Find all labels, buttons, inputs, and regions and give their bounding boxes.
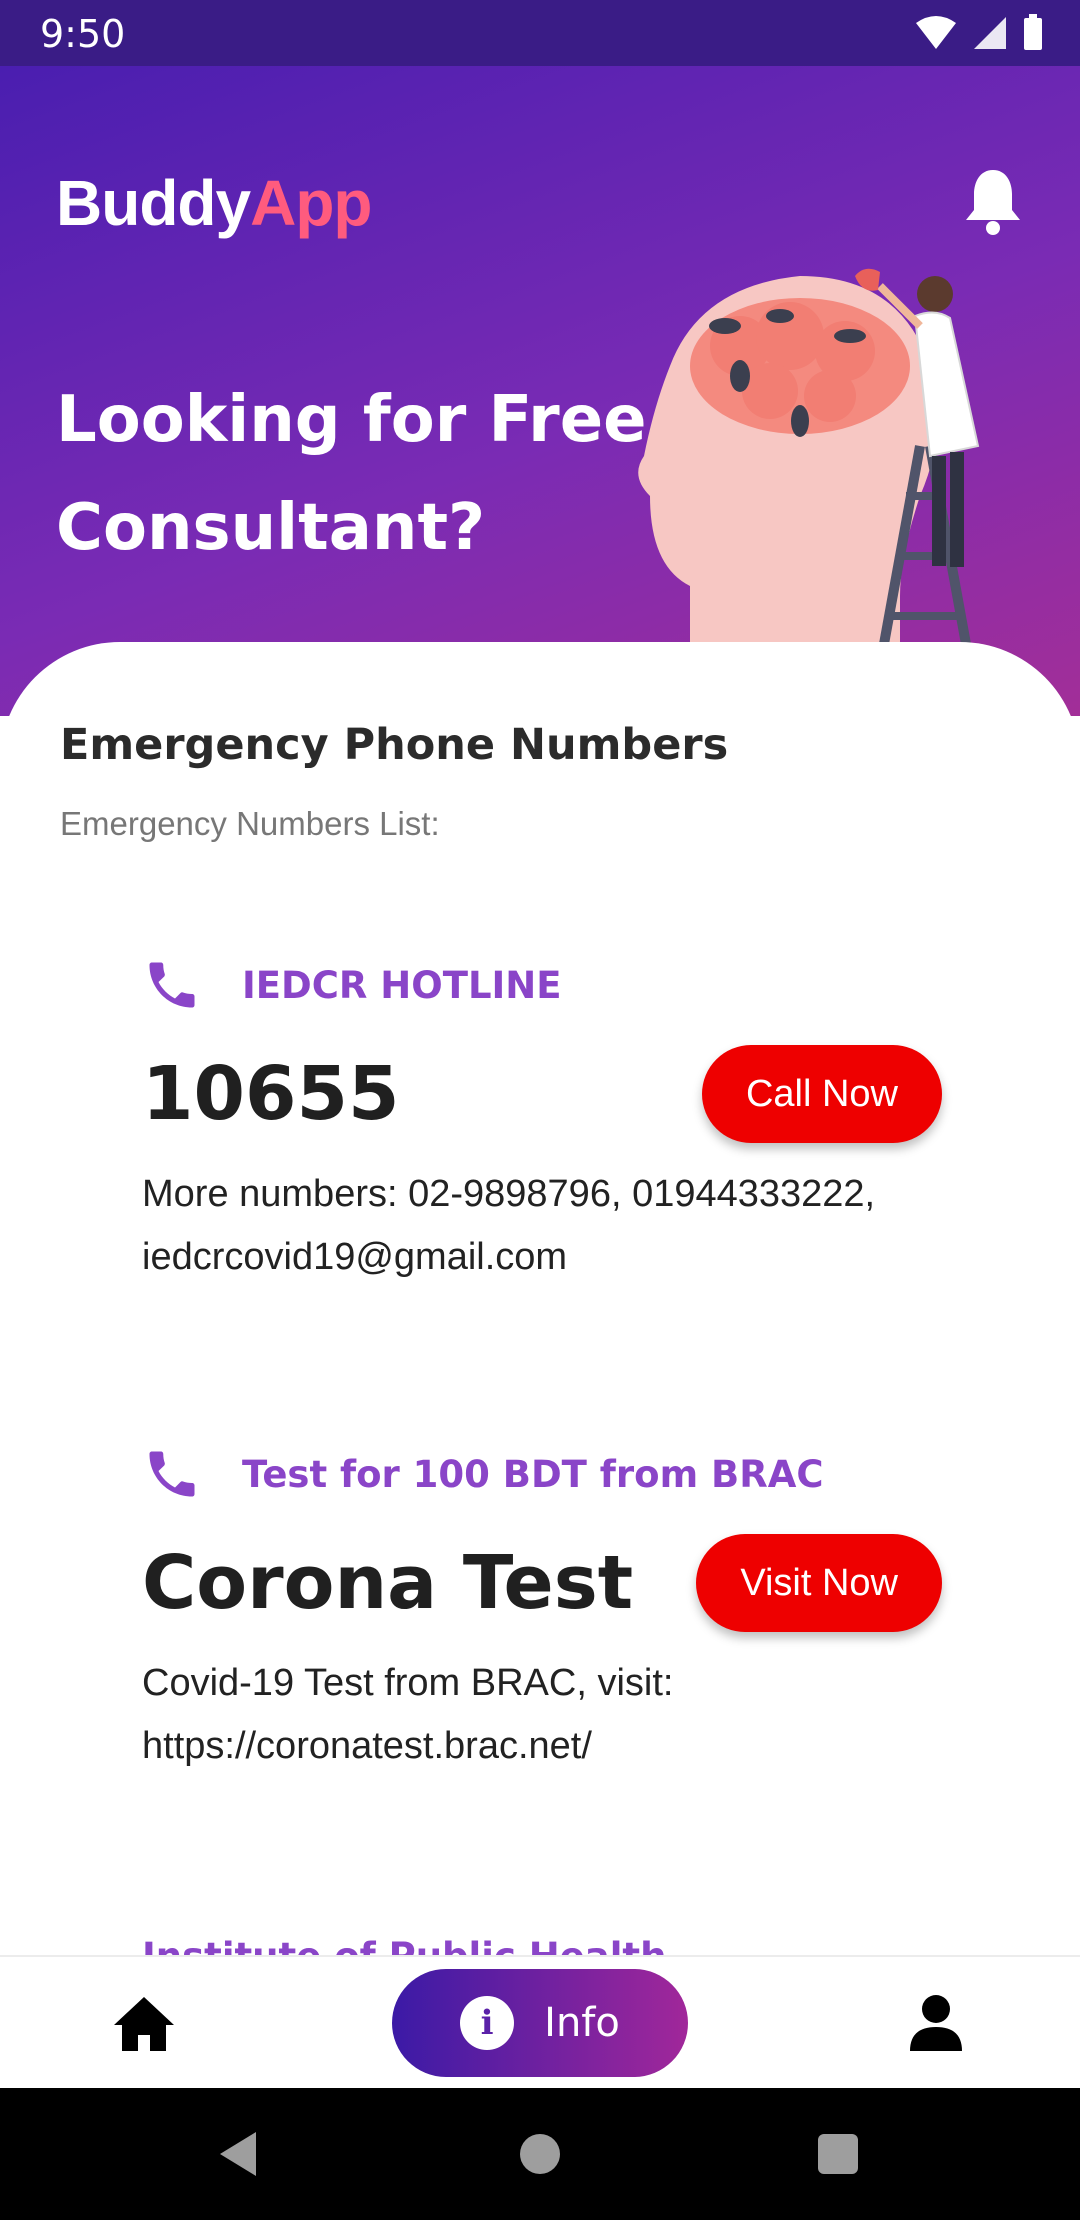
status-time: 9:50 (40, 12, 126, 56)
status-bar: 9:50 (0, 0, 1080, 66)
hotline-number: 10655 (142, 1051, 400, 1137)
bottom-navigation: i Info (0, 1955, 1080, 2090)
emergency-card-iedcr: IEDCR HOTLINE 10655 Call Now More number… (142, 955, 942, 1289)
card-main-title: Corona Test (142, 1540, 634, 1626)
emergency-card-brac: Test for 100 BDT from BRAC Corona Test V… (142, 1444, 942, 1778)
logo-part-buddy: Buddy (56, 167, 251, 239)
info-tab-button[interactable]: i Info (392, 1969, 688, 2077)
visit-now-button[interactable]: Visit Now (696, 1534, 942, 1632)
logo-part-app: App (250, 167, 372, 239)
battery-icon (1024, 14, 1042, 50)
notification-bell-icon[interactable] (962, 166, 1024, 236)
hero-header: BuddyApp Looking for Free Consultant? (0, 66, 1080, 716)
card-description: Covid-19 Test from BRAC, visit: https://… (142, 1662, 674, 1767)
phone-icon (149, 962, 195, 1008)
card-description: More numbers: 02-9898796, 01944333222, i… (142, 1173, 876, 1278)
back-icon[interactable] (218, 2130, 258, 2178)
card-main-row: 10655 Call Now (142, 1045, 942, 1143)
signal-icon (974, 17, 1006, 49)
card-tag: IEDCR HOTLINE (242, 963, 562, 1007)
system-navigation-bar (0, 2088, 1080, 2220)
profile-icon[interactable] (908, 1993, 964, 2053)
call-now-button[interactable]: Call Now (701, 1045, 942, 1143)
home-nav-icon[interactable] (520, 2134, 560, 2174)
recent-apps-icon[interactable] (818, 2134, 858, 2174)
brain-illustration (638, 268, 980, 667)
info-icon: i (460, 1996, 515, 2050)
card-main-row: Corona Test Visit Now (142, 1534, 942, 1632)
status-icons (914, 14, 1044, 52)
card-header: Test for 100 BDT from BRAC (142, 1444, 942, 1504)
hero-title-line-2: Consultant? (56, 491, 486, 565)
phone-icon (149, 1451, 195, 1497)
app-logo: BuddyApp (56, 166, 373, 240)
info-tab-label: Info (544, 2000, 620, 2046)
home-icon[interactable] (112, 1995, 176, 2053)
section-subtitle: Emergency Numbers List: (60, 805, 440, 842)
card-header: IEDCR HOTLINE (142, 955, 942, 1015)
section-title: Emergency Phone Numbers (60, 720, 729, 770)
wifi-icon (916, 16, 956, 49)
hero-title: Looking for Free Consultant? (56, 366, 656, 582)
card-tag: Test for 100 BDT from BRAC (242, 1452, 824, 1496)
hero-title-line-1: Looking for Free (56, 383, 647, 457)
